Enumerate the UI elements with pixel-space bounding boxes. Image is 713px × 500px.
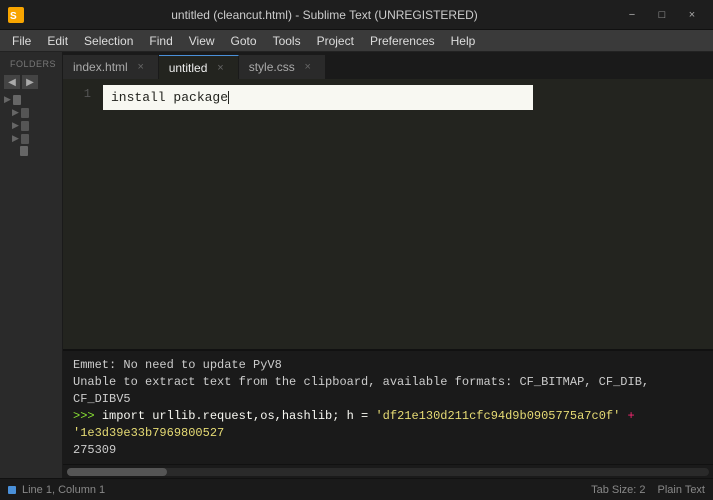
folder-icon-0 xyxy=(13,95,21,105)
status-right: Tab Size: 2 Plain Text xyxy=(591,484,705,496)
scrollbar-thumb[interactable] xyxy=(67,468,167,476)
sidebar-header: FOLDERS xyxy=(4,55,62,71)
folder-icon-2 xyxy=(21,121,29,131)
window-controls: − □ × xyxy=(619,6,705,24)
tree-item-1[interactable]: ▶ xyxy=(0,106,62,119)
menu-help[interactable]: Help xyxy=(443,30,484,52)
menu-file[interactable]: File xyxy=(4,30,39,52)
app-icon: S xyxy=(8,7,24,23)
cursor-position: Line 1, Column 1 xyxy=(22,484,105,496)
tabs-bar: index.html × untitled × style.css × xyxy=(63,52,713,79)
tree-item-3[interactable]: ▶ xyxy=(0,132,62,145)
tree-item-4[interactable] xyxy=(0,145,62,157)
tab-style-label: style.css xyxy=(249,60,295,74)
tab-style[interactable]: style.css × xyxy=(239,55,326,79)
file-icon-0 xyxy=(20,146,28,156)
console-code: import urllib.request,os,hashlib; h = xyxy=(102,409,376,423)
tree-arrow-0: ▶ xyxy=(4,94,11,105)
editor-content: 1 install package xyxy=(63,79,713,349)
line-numbers: 1 xyxy=(63,79,95,349)
console-text-1: Unable to extract text from the clipboar… xyxy=(73,375,649,406)
console-line-2: >>> import urllib.request,os,hashlib; h … xyxy=(73,408,703,442)
code-area[interactable]: install package xyxy=(95,79,713,349)
tree-arrow-1: ▶ xyxy=(12,107,19,118)
menu-view[interactable]: View xyxy=(181,30,223,52)
main-layout: FOLDERS ◀ ▶ ▶ ▶ ▶ ▶ xyxy=(0,52,713,478)
tree-item-2[interactable]: ▶ xyxy=(0,119,62,132)
maximize-button[interactable]: □ xyxy=(649,6,675,24)
console-line-1: Unable to extract text from the clipboar… xyxy=(73,374,703,408)
tab-index[interactable]: index.html × xyxy=(63,55,159,79)
statusbar: Line 1, Column 1 Tab Size: 2 Plain Text xyxy=(0,478,713,500)
tab-index-close[interactable]: × xyxy=(134,60,148,74)
menu-project[interactable]: Project xyxy=(309,30,362,52)
folder-icon-1 xyxy=(21,108,29,118)
tree-item-0[interactable]: ▶ xyxy=(0,93,62,106)
sidebar: FOLDERS ◀ ▶ ▶ ▶ ▶ ▶ xyxy=(0,52,63,478)
command-text: install package xyxy=(111,90,228,105)
titlebar: S untitled (cleancut.html) - Sublime Tex… xyxy=(0,0,713,30)
status-left: Line 1, Column 1 xyxy=(8,484,579,496)
status-indicator xyxy=(8,486,16,494)
window-title: untitled (cleancut.html) - Sublime Text … xyxy=(30,8,619,22)
console-text-0: Emmet: No need to update PyV8 xyxy=(73,358,282,372)
sidebar-nav: ◀ ▶ xyxy=(0,73,62,91)
tab-untitled-label: untitled xyxy=(169,61,208,75)
scrollbar-track[interactable] xyxy=(67,468,709,476)
console-string-1: 'df21e130d211cfc94d9b0905775a7c0f' xyxy=(375,409,620,423)
console-string-2: '1e3d39e33b7969800527 xyxy=(73,426,224,440)
tab-style-close[interactable]: × xyxy=(301,60,315,74)
sidebar-prev-button[interactable]: ◀ xyxy=(4,75,20,89)
close-button[interactable]: × xyxy=(679,6,705,24)
sidebar-next-button[interactable]: ▶ xyxy=(22,75,38,89)
tab-untitled[interactable]: untitled × xyxy=(159,55,239,79)
file-type[interactable]: Plain Text xyxy=(658,484,706,496)
tab-untitled-close[interactable]: × xyxy=(213,61,227,75)
minimize-button[interactable]: − xyxy=(619,6,645,24)
menu-edit[interactable]: Edit xyxy=(39,30,76,52)
editor-area: index.html × untitled × style.css × 1 in… xyxy=(63,52,713,478)
tree-arrow-2: ▶ xyxy=(12,120,19,131)
command-palette-input[interactable]: install package xyxy=(103,85,533,110)
console-op: + xyxy=(620,409,634,423)
menu-selection[interactable]: Selection xyxy=(76,30,141,52)
folder-icon-3 xyxy=(21,134,29,144)
sidebar-tree: ▶ ▶ ▶ ▶ xyxy=(0,91,62,478)
tab-index-label: index.html xyxy=(73,60,128,74)
menu-preferences[interactable]: Preferences xyxy=(362,30,443,52)
scrollbar-area[interactable] xyxy=(63,464,713,478)
menu-find[interactable]: Find xyxy=(141,30,180,52)
tree-arrow-3: ▶ xyxy=(12,133,19,144)
console-prompt: >>> xyxy=(73,409,102,423)
menu-tools[interactable]: Tools xyxy=(265,30,309,52)
console-line-0: Emmet: No need to update PyV8 xyxy=(73,357,703,374)
line-number-1: 1 xyxy=(67,85,91,104)
console-area: Emmet: No need to update PyV8 Unable to … xyxy=(63,349,713,464)
svg-text:S: S xyxy=(10,11,17,22)
console-text-3: 275309 xyxy=(73,443,116,457)
menu-goto[interactable]: Goto xyxy=(223,30,265,52)
cursor xyxy=(228,91,229,104)
menubar: File Edit Selection Find View Goto Tools… xyxy=(0,30,713,52)
tab-size[interactable]: Tab Size: 2 xyxy=(591,484,645,496)
console-line-3: 275309 xyxy=(73,442,703,459)
